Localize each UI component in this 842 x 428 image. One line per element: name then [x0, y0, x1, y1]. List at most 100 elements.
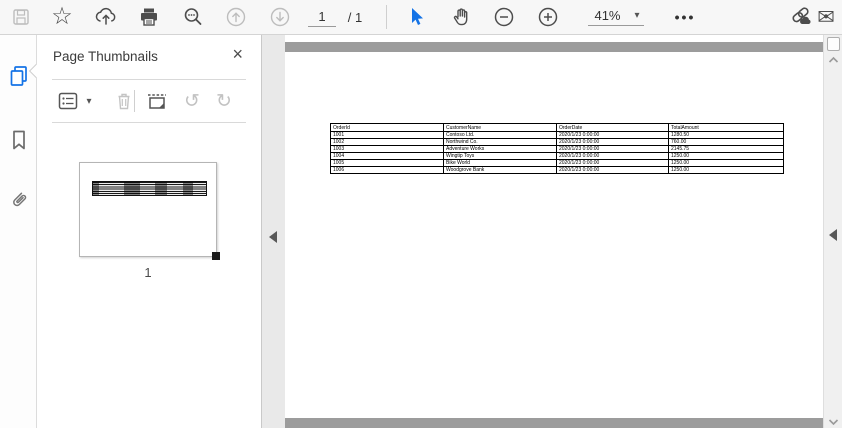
close-icon[interactable]: × — [232, 45, 243, 63]
cell: 1001 — [330, 131, 444, 139]
table-row: 1006 Woodgrove Bank 2020/1/23 0:00:00 12… — [330, 166, 784, 174]
cell: 2020/1/23 0:00:00 — [556, 159, 669, 167]
cell: 1250.00 — [668, 152, 784, 160]
sidebar-rail — [0, 35, 37, 428]
search-icon — [184, 8, 202, 25]
cell: 2020/1/23 0:00:00 — [556, 145, 669, 153]
cell: Contoso Ltd. — [443, 131, 557, 139]
document-background-bottom — [285, 418, 823, 428]
select-tool-button[interactable] — [402, 0, 430, 34]
chevron-down-icon: ▾ — [86, 95, 92, 107]
cell: 1005 — [330, 159, 444, 167]
envelope-icon: ✉ — [817, 5, 835, 29]
thumbnail-table-preview — [92, 181, 207, 196]
cloud-upload-icon — [95, 7, 116, 25]
document-background-top — [285, 42, 823, 52]
left-panel-collapse-strip[interactable] — [262, 35, 285, 428]
zoom-level-control: 41% ▾ — [588, 8, 644, 26]
thumbnail-text-smudge — [183, 182, 193, 195]
thumbnail-text-smudge — [155, 182, 167, 195]
col-orderdate: OrderDate — [556, 123, 669, 132]
table-row: 1005 Bike World 2020/1/23 0:00:00 1250.0… — [330, 159, 784, 167]
zoom-out-button[interactable] — [490, 0, 518, 34]
cell: 2145.75 — [668, 145, 784, 153]
share-cloud-button[interactable] — [92, 0, 120, 34]
sidebar-item-bookmarks[interactable] — [6, 127, 32, 153]
col-totalamount: TotalAmount — [668, 123, 784, 132]
scroll-down-icon[interactable] — [827, 417, 840, 427]
options-caret[interactable]: ▾ — [82, 87, 96, 115]
page-count-label: / 1 — [347, 9, 363, 25]
thumbnail-page-number: 1 — [144, 265, 152, 280]
thumbnail-options-button[interactable] — [53, 87, 83, 115]
hand-tool-button[interactable] — [447, 0, 475, 34]
page-thumbnails-panel: Page Thumbnails × ▾ ↺ ↻ 1 — [38, 35, 262, 428]
scrollbar-thumb[interactable] — [827, 37, 840, 51]
sidebar-item-attachments[interactable] — [6, 187, 32, 213]
thumbnail-text-smudge — [124, 182, 140, 195]
thumbnail-text-smudge — [93, 182, 99, 195]
zoom-out-icon — [494, 7, 514, 27]
rotate-cw-icon: ↻ — [216, 90, 232, 112]
email-button[interactable]: ✉ — [812, 0, 840, 34]
panel-divider-top — [52, 79, 246, 80]
chevron-down-icon: ▾ — [634, 10, 640, 21]
next-page-button[interactable] — [266, 0, 294, 34]
table-row: 1003 Adventure Works 2020/1/23 0:00:00 2… — [330, 145, 784, 153]
delete-pages-button[interactable] — [110, 87, 138, 115]
star-icon: ☆ — [51, 3, 73, 30]
link-share-icon — [792, 7, 811, 24]
col-customername: CustomerName — [443, 123, 557, 132]
expand-right-panel-arrow-icon[interactable] — [829, 229, 837, 241]
rotate-counterclockwise-button[interactable]: ↺ — [178, 87, 206, 115]
save-button[interactable] — [8, 0, 34, 34]
pdf-page[interactable]: OrderId CustomerName OrderDate TotalAmou… — [285, 52, 823, 418]
cell: 1250.00 — [668, 166, 784, 174]
trash-icon — [118, 93, 130, 110]
table-header-row: OrderId CustomerName OrderDate TotalAmou… — [330, 123, 784, 132]
zoom-level-dropdown[interactable]: 41% ▾ — [580, 0, 652, 34]
paperclip-icon — [13, 192, 27, 207]
page-thumbnail-1[interactable] — [79, 162, 220, 260]
cell: 2020/1/23 0:00:00 — [556, 131, 669, 139]
cell: 2020/1/23 0:00:00 — [556, 166, 669, 174]
cell: Northwind Co. — [443, 138, 557, 146]
cell: 2020/1/23 0:00:00 — [556, 138, 669, 146]
page-up-icon — [226, 7, 246, 27]
panel-divider-bottom — [52, 122, 246, 123]
vertical-scrollbar[interactable] — [823, 35, 842, 428]
cell: Wingtip Toys — [443, 152, 557, 160]
cell: Bike World — [443, 159, 557, 167]
rotate-clockwise-button[interactable]: ↻ — [210, 87, 238, 115]
cell: 1006 — [330, 166, 444, 174]
zoom-in-button[interactable] — [534, 0, 562, 34]
more-tools-button[interactable]: ••• — [670, 0, 700, 34]
previous-page-button[interactable] — [222, 0, 250, 34]
set-page-boxes-button[interactable] — [142, 87, 172, 115]
rotate-ccw-icon: ↺ — [184, 90, 200, 112]
star-favorite-button[interactable]: ☆ — [48, 0, 76, 34]
cell: 1280.50 — [668, 131, 784, 139]
bookmark-icon — [13, 130, 25, 150]
sidebar-item-page-thumbnails[interactable] — [6, 63, 32, 89]
search-button[interactable] — [179, 0, 207, 34]
cell: Woodgrove Bank — [443, 166, 557, 174]
col-orderid: OrderId — [330, 123, 444, 132]
panel-title: Page Thumbnails — [53, 49, 158, 64]
print-button[interactable] — [135, 0, 163, 34]
zoom-level-value: 41% — [594, 8, 621, 23]
toolbar-divider — [386, 5, 387, 29]
cell: 1002 — [330, 138, 444, 146]
scroll-up-icon[interactable] — [827, 55, 840, 65]
top-toolbar: ☆ 1 / 1 41% ▾ ••• ✉ — [0, 0, 842, 35]
select-cursor-icon — [412, 8, 423, 25]
orders-table: OrderId CustomerName OrderDate TotalAmou… — [330, 123, 784, 174]
table-row: 1001 Contoso Ltd. 2020/1/23 0:00:00 1280… — [330, 131, 784, 139]
zoom-in-icon — [538, 7, 558, 27]
page-number-field[interactable] — [306, 0, 338, 34]
collapse-left-arrow-icon[interactable] — [269, 231, 277, 243]
table-row: 1004 Wingtip Toys 2020/1/23 0:00:00 1250… — [330, 152, 784, 160]
page-number-input[interactable] — [308, 7, 336, 27]
page-down-icon — [270, 7, 290, 27]
thumbnail-resize-handle[interactable] — [212, 252, 220, 260]
